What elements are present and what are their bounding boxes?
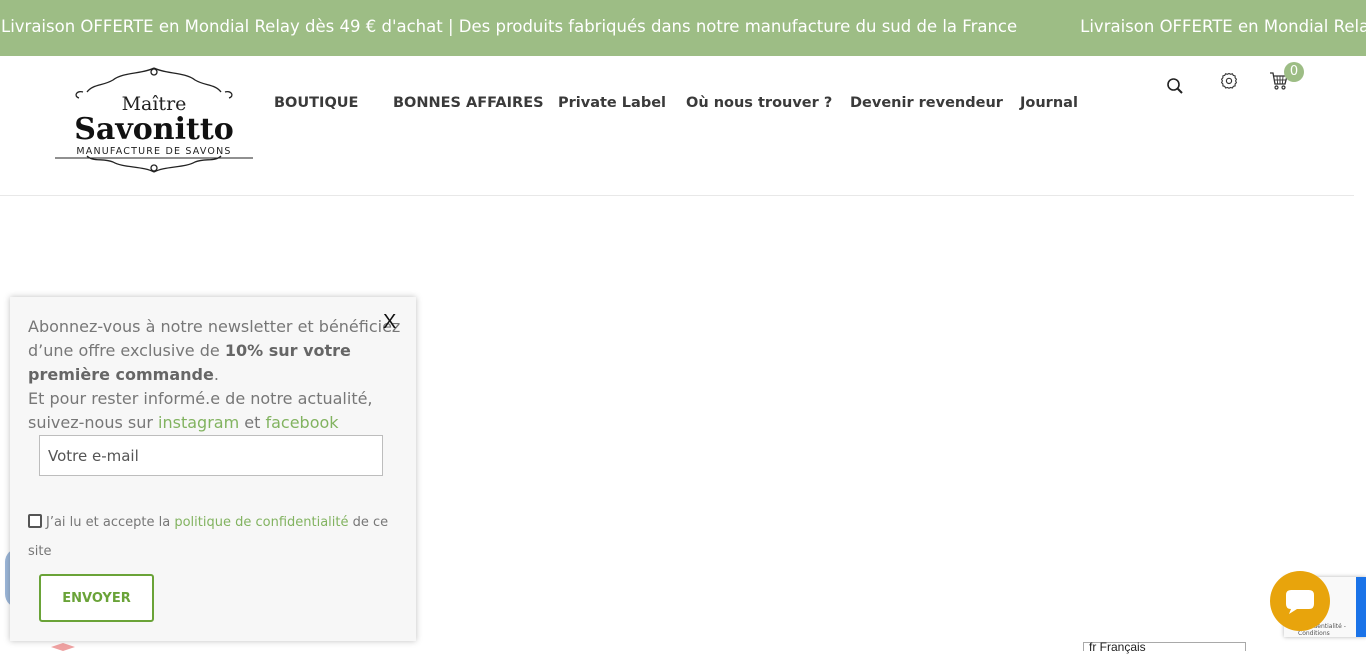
cart-count-badge: 0 [1284, 62, 1304, 82]
announcement-marquee: Livraison OFFERTE en Mondial Relay dès 4… [1, 17, 1366, 36]
site-logo[interactable]: Maître Savonitto MANUFACTURE DE SAVONS [53, 66, 255, 174]
flag-icon[interactable] [49, 641, 81, 651]
announcement-bar: Livraison OFFERTE en Mondial Relay dès 4… [0, 0, 1366, 56]
announcement-text: Livraison OFFERTE en Mondial Relay dès 4… [1, 17, 1018, 36]
newsletter-popup: Abonnez-vous à notre newsletter et bénéf… [10, 297, 416, 641]
nav-ou-nous-trouver[interactable]: Où nous trouver ? [686, 95, 832, 111]
nav-devenir-revendeur[interactable]: Devenir revendeur [850, 95, 1003, 111]
close-popup-button[interactable]: X [383, 311, 396, 334]
instagram-link[interactable]: instagram [158, 413, 239, 432]
email-field[interactable] [39, 435, 383, 476]
newsletter-text-2: . [213, 365, 219, 384]
nav-private-label[interactable]: Private Label [558, 95, 666, 111]
gear-icon[interactable] [1220, 72, 1238, 90]
announcement-text-repeat: Livraison OFFERTE en Mondial Relay dès 4 [1080, 17, 1366, 36]
newsletter-message: Abonnez-vous à notre newsletter et bénéf… [28, 315, 408, 435]
search-icon[interactable] [1166, 77, 1184, 95]
privacy-consent-checkbox[interactable] [28, 514, 42, 528]
chat-button[interactable] [1270, 571, 1330, 631]
chat-bubble-icon [1286, 590, 1314, 614]
language-selector[interactable]: fr Français [1083, 640, 1246, 654]
language-selected: fr Français [1089, 640, 1146, 654]
nav-boutique[interactable]: BOUTIQUE [274, 95, 358, 111]
nav-bonnes-affaires[interactable]: BONNES AFFAIRES [393, 95, 544, 111]
privacy-policy-link[interactable]: politique de confidentialité [174, 515, 348, 530]
logo-line2: Savonitto [74, 112, 233, 147]
nav-journal[interactable]: Journal [1020, 95, 1078, 111]
newsletter-text-4: et [239, 413, 266, 432]
recaptcha-logo-strip [1356, 577, 1366, 637]
logo-line3: MANUFACTURE DE SAVONS [76, 146, 231, 157]
consent-text-before: J’ai lu et accepte la [46, 515, 175, 530]
facebook-link[interactable]: facebook [265, 413, 338, 432]
site-header: Maître Savonitto MANUFACTURE DE SAVONS B… [0, 56, 1354, 196]
privacy-consent: J’ai lu et accepte la politique de confi… [28, 508, 398, 566]
send-button[interactable]: ENVOYER [39, 574, 154, 622]
